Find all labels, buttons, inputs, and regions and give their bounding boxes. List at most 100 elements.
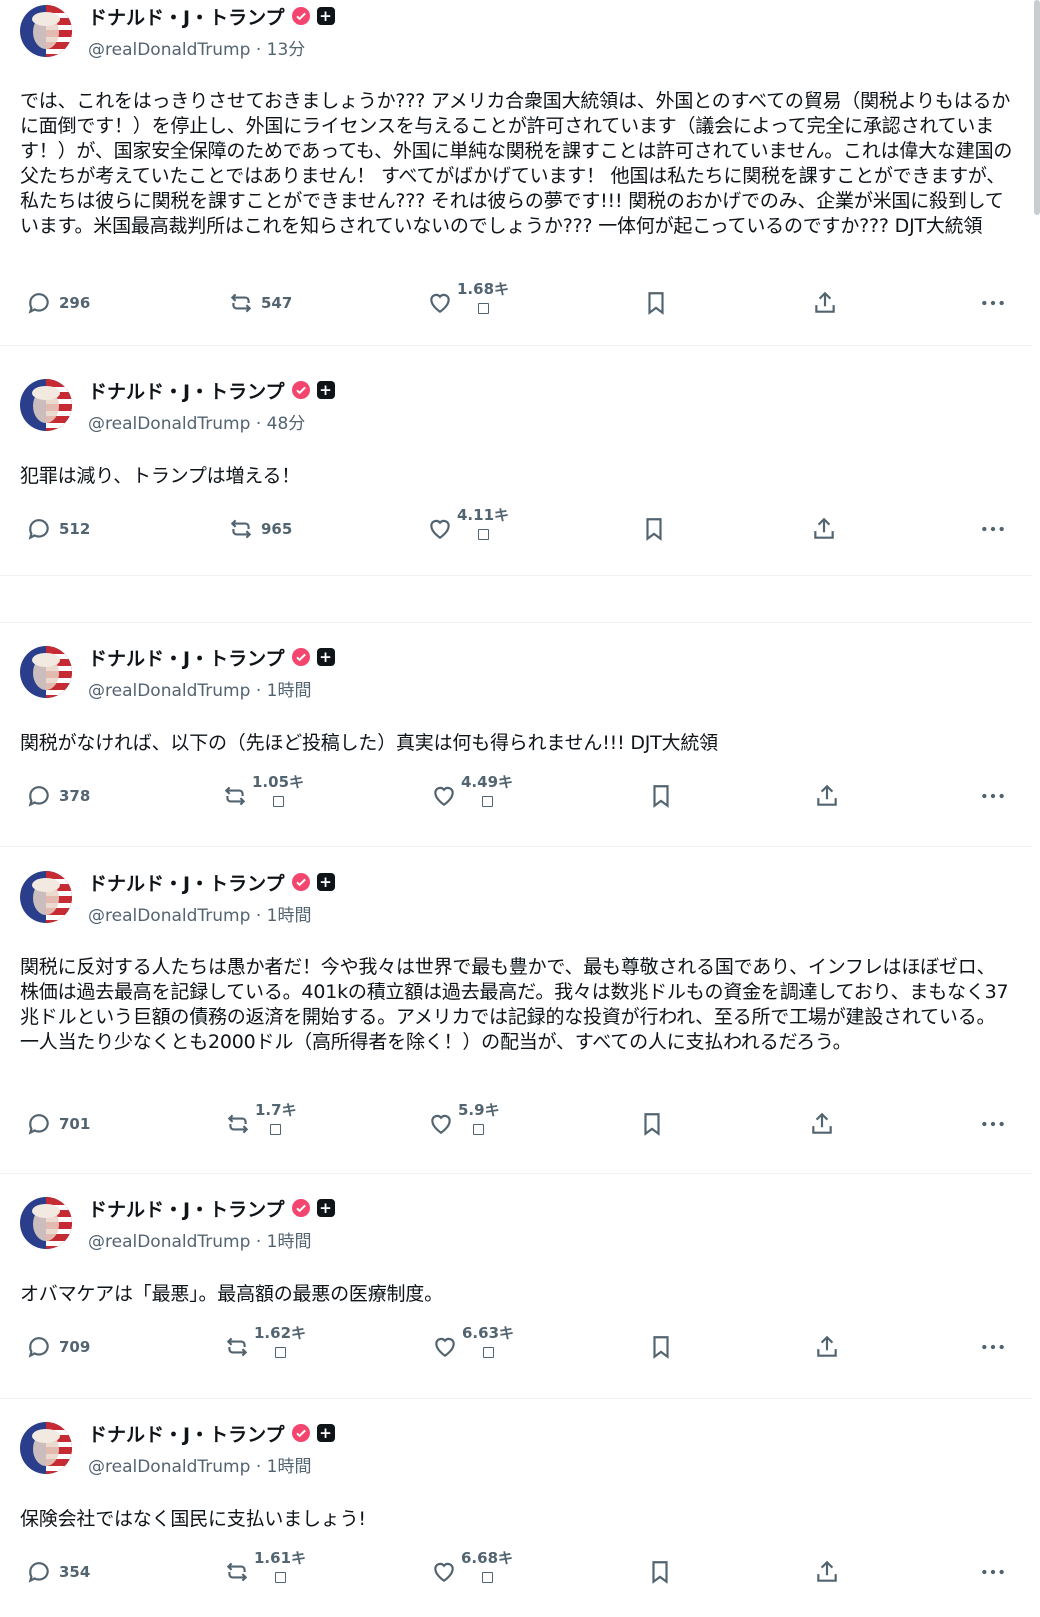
more-button[interactable] bbox=[980, 1111, 1006, 1137]
avatar-image bbox=[20, 646, 72, 698]
share-button[interactable] bbox=[811, 516, 837, 542]
plus-badge-icon: + bbox=[316, 381, 335, 399]
repost-count: 1.05キ bbox=[252, 773, 305, 791]
heart-icon bbox=[431, 1114, 451, 1134]
like-button[interactable]: 1.68キ bbox=[427, 280, 509, 316]
scrollbar[interactable] bbox=[1034, 0, 1040, 215]
author-handle[interactable]: @realDonaldTrump bbox=[88, 40, 250, 60]
repost-icon bbox=[226, 1337, 248, 1357]
avatar[interactable] bbox=[20, 646, 72, 698]
author-handle[interactable]: @realDonaldTrump bbox=[88, 414, 250, 434]
repost-button[interactable]: 1.61キ bbox=[224, 1549, 306, 1585]
bookmark-icon bbox=[653, 1336, 669, 1359]
post[interactable]: ドナルド・J・トランプ + @realDonaldTrump · 13分 では、… bbox=[0, 0, 1032, 346]
avatar[interactable] bbox=[20, 379, 72, 431]
share-button[interactable] bbox=[812, 290, 838, 316]
bookmark-button[interactable] bbox=[643, 290, 669, 316]
bookmark-button[interactable] bbox=[647, 1559, 673, 1585]
more-button[interactable] bbox=[980, 290, 1006, 316]
share-button[interactable] bbox=[809, 1111, 835, 1137]
share-button[interactable] bbox=[814, 1559, 840, 1585]
reply-button[interactable]: 296 bbox=[26, 290, 90, 316]
post-text: 犯罪は減り、トランプは増える！ bbox=[20, 465, 301, 487]
heart-icon bbox=[434, 1562, 454, 1582]
bookmark-icon bbox=[644, 1113, 660, 1136]
share-button[interactable] bbox=[814, 783, 840, 809]
post[interactable]: ドナルド・J・トランプ + @realDonaldTrump · 1時間 関税に… bbox=[0, 848, 1032, 1174]
avatar[interactable] bbox=[20, 5, 72, 57]
share-button[interactable] bbox=[814, 1334, 840, 1360]
reply-button[interactable]: 512 bbox=[26, 516, 90, 542]
author-name[interactable]: ドナルド・J・トランプ bbox=[88, 3, 285, 30]
bookmark-icon bbox=[648, 292, 664, 315]
like-button[interactable]: 6.63キ bbox=[432, 1324, 514, 1360]
more-icon bbox=[982, 793, 1004, 799]
post-text: オバマケアは「最悪」。最高額の最悪の医療制度。 bbox=[20, 1283, 443, 1305]
author-handle[interactable]: @realDonaldTrump bbox=[88, 906, 250, 926]
repost-button[interactable]: 1.7キ bbox=[225, 1101, 297, 1137]
reply-button[interactable]: 701 bbox=[26, 1111, 90, 1137]
share-icon bbox=[817, 784, 837, 806]
avatar[interactable] bbox=[20, 1197, 72, 1249]
plus-badge-icon: + bbox=[316, 1199, 335, 1217]
repost-button[interactable]: 1.62キ bbox=[224, 1324, 306, 1360]
post-text: 関税に反対する人たちは愚か者だ！今や我々は世界で最も豊かで、最も尊敬される国であ… bbox=[20, 956, 1009, 1053]
reply-button[interactable]: 709 bbox=[26, 1334, 90, 1360]
more-button[interactable] bbox=[980, 1334, 1006, 1360]
author-name[interactable]: ドナルド・J・トランプ bbox=[88, 644, 285, 671]
more-button[interactable] bbox=[980, 783, 1006, 809]
share-icon bbox=[817, 1335, 837, 1357]
plus-badge-icon: + bbox=[316, 873, 335, 891]
avatar[interactable] bbox=[20, 1422, 72, 1474]
post-time[interactable]: 48分 bbox=[267, 414, 306, 434]
post[interactable]: ドナルド・J・トランプ + @realDonaldTrump · 1時間 関税が… bbox=[0, 622, 1032, 847]
post[interactable]: ドナルド・J・トランプ + @realDonaldTrump · 1時間 オバマ… bbox=[0, 1174, 1032, 1399]
more-icon bbox=[982, 300, 1004, 306]
post-time[interactable]: 1時間 bbox=[267, 681, 312, 701]
bookmark-icon bbox=[646, 518, 662, 541]
reply-icon bbox=[28, 519, 49, 540]
verified-badge-icon bbox=[291, 1199, 310, 1217]
author-name[interactable]: ドナルド・J・トランプ bbox=[88, 377, 285, 404]
more-button[interactable] bbox=[980, 1559, 1006, 1585]
share-icon bbox=[817, 1560, 837, 1582]
bookmark-button[interactable] bbox=[648, 783, 674, 809]
reply-button[interactable]: 354 bbox=[26, 1559, 90, 1585]
like-button[interactable]: 6.68キ bbox=[431, 1549, 513, 1585]
bookmark-button[interactable] bbox=[639, 1111, 665, 1137]
repost-count: 965 bbox=[261, 520, 293, 538]
avatar-image bbox=[20, 5, 72, 57]
author-name[interactable]: ドナルド・J・トランプ bbox=[88, 869, 285, 896]
author-handle[interactable]: @realDonaldTrump bbox=[88, 681, 250, 701]
bookmark-button[interactable] bbox=[641, 516, 667, 542]
post-text: 関税がなければ、以下の（先ほど投稿した）真実は何も得られません!!! DJT大統… bbox=[20, 732, 718, 754]
author-name[interactable]: ドナルド・J・トランプ bbox=[88, 1420, 285, 1447]
like-count: 5.9キ bbox=[458, 1101, 500, 1119]
avatar[interactable] bbox=[20, 871, 72, 923]
post-time[interactable]: 1時間 bbox=[267, 906, 312, 926]
repost-button[interactable]: 965 bbox=[228, 516, 292, 542]
like-button[interactable]: 5.9キ bbox=[428, 1101, 500, 1137]
reply-count: 296 bbox=[59, 294, 91, 312]
post-time[interactable]: 1時間 bbox=[267, 1232, 312, 1252]
post[interactable]: ドナルド・J・トランプ + @realDonaldTrump · 48分 犯罪は… bbox=[0, 356, 1032, 576]
like-button[interactable]: 4.11キ bbox=[427, 506, 509, 542]
like-button[interactable]: 4.49キ bbox=[431, 773, 513, 809]
author-name[interactable]: ドナルド・J・トランプ bbox=[88, 1195, 285, 1222]
bookmark-button[interactable] bbox=[648, 1334, 674, 1360]
post-actions: 378 1.05キ 4.49キ bbox=[0, 773, 1032, 823]
more-button[interactable] bbox=[980, 516, 1006, 542]
avatar-image bbox=[20, 1197, 72, 1249]
post[interactable]: ドナルド・J・トランプ + @realDonaldTrump · 1時間 保険会… bbox=[0, 1399, 1032, 1617]
verified-badge-icon bbox=[291, 381, 310, 399]
author-handle[interactable]: @realDonaldTrump bbox=[88, 1457, 250, 1477]
repost-button[interactable]: 547 bbox=[228, 290, 292, 316]
post-time[interactable]: 13分 bbox=[267, 40, 306, 60]
repost-button[interactable]: 1.05キ bbox=[222, 773, 304, 809]
post-actions: 701 1.7キ 5.9キ bbox=[0, 1101, 1032, 1151]
author-handle[interactable]: @realDonaldTrump bbox=[88, 1232, 250, 1252]
heart-icon bbox=[430, 293, 450, 313]
repost-count: 1.7キ bbox=[255, 1101, 297, 1119]
reply-button[interactable]: 378 bbox=[26, 783, 90, 809]
post-time[interactable]: 1時間 bbox=[267, 1457, 312, 1477]
